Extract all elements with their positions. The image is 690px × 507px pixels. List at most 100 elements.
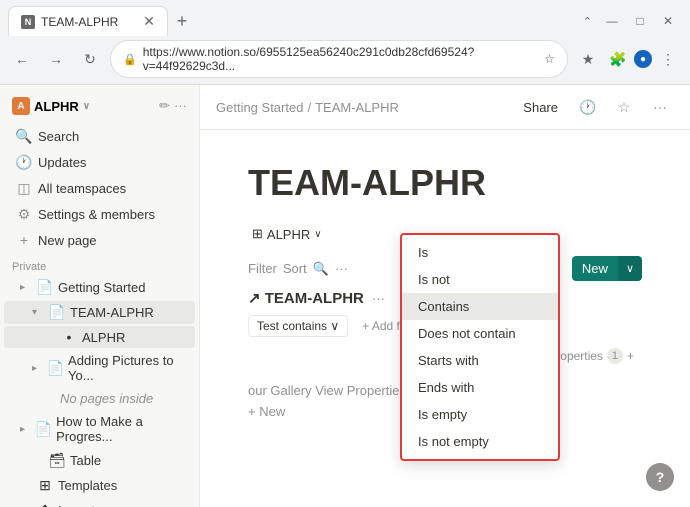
icon-getting-started: 📄 [36, 279, 54, 296]
forward-button[interactable]: → [42, 45, 70, 73]
props-add-icon[interactable]: + [627, 349, 634, 363]
page-title: TEAM-ALPHR [248, 162, 642, 204]
props-count-badge: 1 [607, 348, 623, 364]
db-search-icon[interactable]: 🔍 [313, 261, 329, 277]
sidebar-header-actions: ✏ ··· [159, 98, 187, 114]
tree-item-alphr[interactable]: • ALPHR [4, 326, 195, 348]
tab-favicon: N [21, 15, 35, 29]
icon-team-alphr: 📄 [48, 304, 66, 321]
label-how-to-make: How to Make a Progres... [56, 414, 187, 444]
new-arrow-button[interactable]: ∨ [618, 256, 642, 281]
sidebar-label-search: Search [38, 129, 79, 144]
sort-label[interactable]: Sort [283, 261, 307, 276]
browser-actions: ★ 🧩 ● ⋮ [574, 45, 682, 73]
db-owner-label: ALPHR [267, 227, 310, 242]
more-browser-actions[interactable]: ⋮ [654, 45, 682, 73]
more-icon[interactable]: ··· [646, 93, 674, 121]
url-text: https://www.notion.so/6955125ea56240c291… [143, 45, 539, 73]
breadcrumb-sep: / [307, 100, 311, 115]
sidebar-item-updates[interactable]: 🕐 Updates [4, 150, 195, 174]
sidebar-item-new-page[interactable]: + New page [4, 228, 195, 252]
clock-icon[interactable]: 🕐 [574, 93, 602, 121]
db-owner-icon: ⊞ [252, 226, 263, 242]
icon-alphr: • [60, 329, 78, 345]
sidebar-item-settings[interactable]: ⚙ Settings & members [4, 202, 195, 226]
label-adding-pictures: Adding Pictures to Yo... [68, 353, 187, 383]
url-bar[interactable]: 🔒 https://www.notion.so/6955125ea56240c2… [110, 40, 568, 78]
extension-star[interactable]: ★ [574, 45, 602, 73]
db-title: ↗ TEAM-ALPHR [248, 289, 364, 307]
active-tab[interactable]: N TEAM-ALPHR ✕ [8, 6, 168, 36]
dropdown-item-is-empty[interactable]: Is empty [402, 401, 558, 428]
dropdown-item-ends-with[interactable]: Ends with [402, 374, 558, 401]
db-owner-chevron: ∨ [314, 229, 321, 240]
tree-item-templates[interactable]: ⊞ Templates [4, 474, 195, 497]
dropdown-item-is-not[interactable]: Is not [402, 266, 558, 293]
tree-item-adding-pictures[interactable]: ▸ 📄 Adding Pictures to Yo... [4, 350, 195, 386]
arrow-how-to-make: ▸ [20, 424, 31, 435]
tab-title: TEAM-ALPHR [41, 15, 137, 29]
dropdown-label-is-not: Is not [418, 272, 450, 287]
breadcrumb-part2[interactable]: TEAM-ALPHR [315, 100, 399, 115]
dropdown-label-does-not-contain: Does not contain [418, 326, 516, 341]
test-filter-chip[interactable]: Test contains ∨ [248, 315, 348, 337]
test-filter-label: Test contains ∨ [257, 319, 339, 333]
workspace-label: ALPHR [34, 99, 79, 114]
dropdown-item-does-not-contain[interactable]: Does not contain [402, 320, 558, 347]
tab-close-button[interactable]: ✕ [143, 13, 155, 30]
dropdown-item-is-not-empty[interactable]: Is not empty [402, 428, 558, 455]
filter-dropdown: Is Is not Contains Does not contain Star… [400, 233, 560, 461]
close-button[interactable]: ✕ [654, 7, 682, 35]
tree-item-table[interactable]: 🗃 Table [4, 449, 195, 472]
extension-browser[interactable]: ● [634, 50, 652, 68]
sidebar-item-search[interactable]: 🔍 Search [4, 124, 195, 148]
new-tab-button[interactable]: + [168, 7, 196, 35]
label-alphr: ALPHR [82, 330, 125, 345]
label-getting-started: Getting Started [58, 280, 145, 295]
workspace-name[interactable]: A ALPHR ∨ [12, 97, 90, 115]
breadcrumb-part1[interactable]: Getting Started [216, 100, 303, 115]
dropdown-item-starts-with[interactable]: Starts with [402, 347, 558, 374]
workspace-header[interactable]: A ALPHR ∨ ✏ ··· [0, 93, 199, 119]
tree-item-no-pages: No pages inside [4, 388, 195, 409]
dropdown-label-contains: Contains [418, 299, 469, 314]
arrow-adding-pictures: ▸ [32, 363, 43, 374]
app: A ALPHR ∨ ✏ ··· 🔍 Search 🕐 Updates ◫ All… [0, 85, 690, 507]
sidebar-label-settings: Settings & members [38, 207, 155, 222]
bookmark-icon[interactable]: ☆ [544, 52, 555, 66]
new-main-button[interactable]: New [572, 256, 618, 281]
teamspaces-icon: ◫ [16, 180, 32, 196]
help-button[interactable]: ? [646, 463, 674, 491]
extension-puzzle[interactable]: 🧩 [604, 45, 632, 73]
star-icon[interactable]: ☆ [610, 93, 638, 121]
tree-item-import[interactable]: ⬆ Import [4, 499, 195, 507]
label-team-alphr: TEAM-ALPHR [70, 305, 154, 320]
sidebar-label-updates: Updates [38, 155, 86, 170]
reload-button[interactable]: ↻ [76, 45, 104, 73]
sidebar-label-teamspaces: All teamspaces [38, 181, 126, 196]
back-button[interactable]: ← [8, 45, 36, 73]
dropdown-item-is[interactable]: Is [402, 239, 558, 266]
tree-item-how-to-make[interactable]: ▸ 📄 How to Make a Progres... [4, 411, 195, 447]
maximize-button[interactable]: □ [626, 7, 654, 35]
sidebar-section-private: Private [0, 253, 199, 275]
lock-icon: 🔒 [123, 53, 137, 66]
share-button[interactable]: Share [515, 96, 566, 119]
label-import: Import [58, 503, 95, 507]
tree-item-team-alphr[interactable]: ▾ 📄 TEAM-ALPHR [4, 301, 195, 324]
icon-templates: ⊞ [36, 477, 54, 494]
db-title-more[interactable]: ··· [372, 291, 385, 306]
sidebar-item-teamspaces[interactable]: ◫ All teamspaces [4, 176, 195, 200]
label-table: Table [70, 453, 101, 468]
dropdown-item-contains[interactable]: Contains [402, 293, 558, 320]
edit-icon[interactable]: ✏ [159, 98, 170, 114]
dropdown-label-is-empty: Is empty [418, 407, 467, 422]
gallery-label-text: our Gallery View Properties [248, 383, 406, 398]
filter-label[interactable]: Filter [248, 261, 277, 276]
db-more-icon[interactable]: ··· [335, 261, 348, 276]
icon-import: ⬆ [36, 502, 54, 507]
sidebar-more-icon[interactable]: ··· [174, 98, 187, 114]
tree-item-getting-started[interactable]: ▸ 📄 Getting Started [4, 276, 195, 299]
minimize-button[interactable]: — [598, 7, 626, 35]
updates-icon: 🕐 [16, 154, 32, 170]
